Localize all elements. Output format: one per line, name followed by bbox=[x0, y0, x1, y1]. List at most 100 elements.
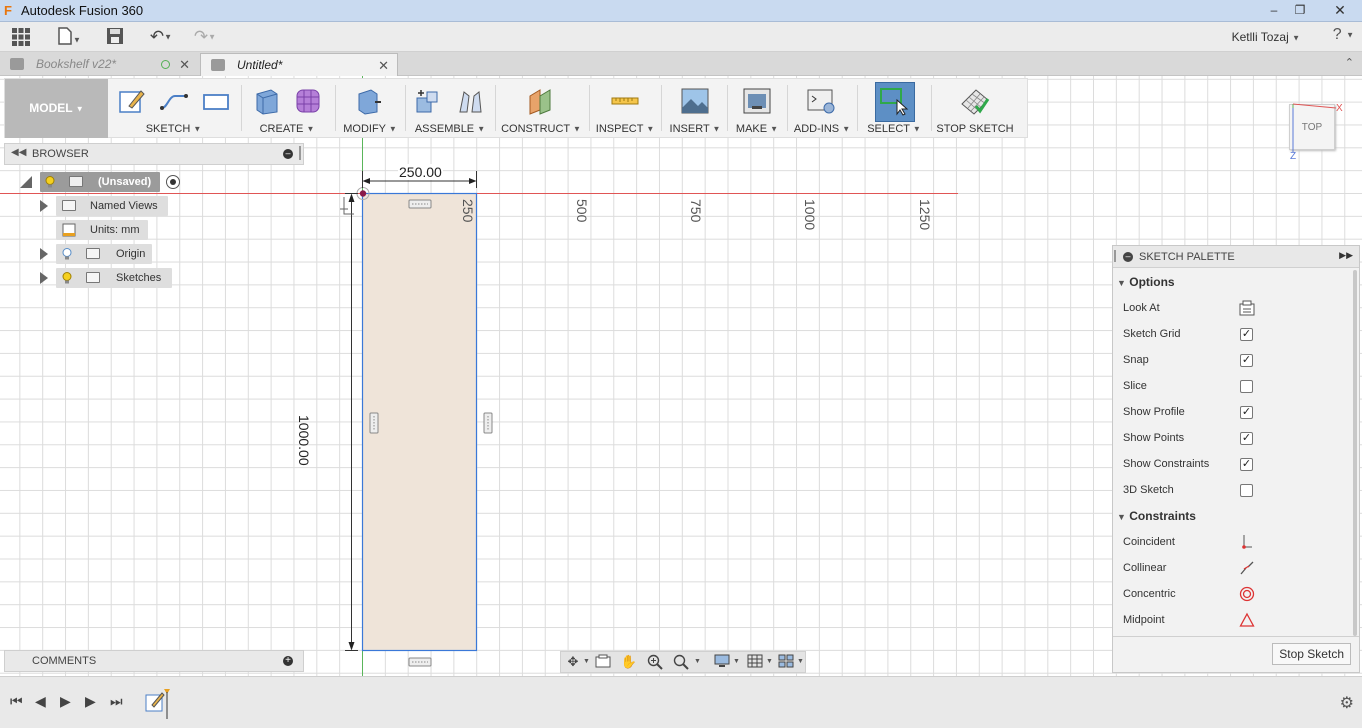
option-look-at[interactable]: Look At bbox=[1123, 295, 1343, 321]
select-group[interactable]: SELECT ▼ bbox=[861, 79, 927, 138]
modify-group[interactable]: MODIFY ▼ bbox=[339, 79, 401, 138]
separator bbox=[589, 85, 590, 131]
sketch-geometry[interactable] bbox=[0, 76, 960, 676]
workspace-switcher[interactable]: MODEL ▼ bbox=[5, 79, 108, 138]
inspect-group[interactable]: INSPECT ▼ bbox=[593, 79, 657, 138]
tab-bookshelf[interactable]: Bookshelf v22* ✕ bbox=[0, 53, 198, 76]
palette-header[interactable]: – SKETCH PALETTE ▶▶ bbox=[1113, 246, 1359, 268]
redo-button[interactable]: ↷▼ bbox=[188, 27, 222, 47]
constraint-collinear[interactable]: Collinear bbox=[1123, 555, 1343, 581]
step-back-icon[interactable]: ◀︎ bbox=[35, 693, 46, 710]
palette-grip-icon[interactable] bbox=[1114, 250, 1116, 262]
option-label: Sketch Grid bbox=[1123, 328, 1181, 340]
grid-settings-icon[interactable] bbox=[746, 654, 764, 670]
comments-panel-header[interactable]: COMMENTS + bbox=[4, 650, 304, 672]
show-profile-checkbox[interactable]: ✓ bbox=[1240, 406, 1253, 419]
width-dimension-label[interactable]: 250.00 bbox=[398, 164, 443, 180]
tree-item-units[interactable]: Units: mm bbox=[56, 220, 156, 240]
browser-options-icon[interactable]: – bbox=[283, 149, 293, 159]
close-tab-icon[interactable]: ✕ bbox=[378, 54, 389, 77]
browser-root[interactable]: (Unsaved) bbox=[20, 172, 190, 192]
show-points-checkbox[interactable]: ✓ bbox=[1240, 432, 1253, 445]
minimize-button[interactable]: – bbox=[1262, 2, 1286, 18]
user-menu[interactable]: Ketlli Tozaj ▼ bbox=[1232, 30, 1300, 44]
ruler-tick-1000: 1000 bbox=[802, 199, 818, 231]
constraint-coincident[interactable]: Coincident bbox=[1123, 529, 1343, 555]
tree-item-origin[interactable]: Origin bbox=[38, 244, 158, 264]
expand-icon[interactable] bbox=[40, 272, 48, 284]
offset-plane-icon bbox=[529, 89, 551, 115]
activate-radio-icon[interactable] bbox=[166, 175, 180, 189]
collapse-tabs-icon[interactable]: ⌃ bbox=[1345, 56, 1354, 69]
orbit-icon[interactable]: ✥ bbox=[564, 654, 582, 670]
expand-icon[interactable] bbox=[40, 248, 48, 260]
add-ins-group[interactable]: ADD-INS ▼ bbox=[791, 79, 853, 138]
zoom-icon[interactable] bbox=[646, 654, 664, 670]
option-show-constraints[interactable]: Show Constraints ✓ bbox=[1123, 451, 1343, 477]
assemble-group[interactable]: ASSEMBLE ▼ bbox=[409, 79, 491, 138]
timeline-settings-gear-icon[interactable]: ⚙ bbox=[1340, 693, 1354, 713]
option-snap[interactable]: Snap ✓ bbox=[1123, 347, 1343, 373]
maximize-button[interactable]: ❐ bbox=[1288, 2, 1312, 18]
close-tab-icon[interactable]: ✕ bbox=[179, 53, 190, 76]
option-show-profile[interactable]: Show Profile ✓ bbox=[1123, 399, 1343, 425]
option-sketch-grid[interactable]: Sketch Grid ✓ bbox=[1123, 321, 1343, 347]
option-slice[interactable]: Slice bbox=[1123, 373, 1343, 399]
help-button[interactable]: ? ▼ bbox=[1333, 26, 1354, 44]
palette-expand-icon[interactable]: ▶▶ bbox=[1339, 250, 1353, 261]
option-show-points[interactable]: Show Points ✓ bbox=[1123, 425, 1343, 451]
collapse-icon[interactable] bbox=[20, 176, 32, 188]
sketch-group[interactable]: SKETCH ▼ bbox=[111, 79, 236, 138]
save-button[interactable] bbox=[104, 27, 126, 47]
apps-grid-icon[interactable] bbox=[10, 27, 32, 47]
tree-item-sketches[interactable]: Sketches bbox=[38, 268, 178, 288]
add-comment-icon[interactable]: + bbox=[283, 656, 293, 666]
stop-sketch-group[interactable]: STOP SKETCH bbox=[935, 79, 1015, 138]
snap-checkbox[interactable]: ✓ bbox=[1240, 354, 1253, 367]
browser-panel-header[interactable]: ◀◀ BROWSER – bbox=[4, 143, 304, 165]
palette-collapse-icon[interactable]: – bbox=[1123, 252, 1133, 262]
sketch-grid-checkbox[interactable]: ✓ bbox=[1240, 328, 1253, 341]
height-dimension-label[interactable]: 1000.00 bbox=[296, 415, 312, 466]
play-icon[interactable]: ▶ bbox=[60, 693, 71, 710]
collapse-browser-icon[interactable]: ◀◀ bbox=[11, 147, 26, 158]
component-icon bbox=[69, 176, 83, 187]
visibility-bulb-icon bbox=[62, 272, 72, 284]
step-forward-icon[interactable]: ▶︎ bbox=[85, 693, 96, 710]
constraints-section-header[interactable]: ▼ Constraints bbox=[1117, 503, 1196, 529]
select-icon bbox=[880, 88, 909, 116]
tab-untitled[interactable]: Untitled* ✕ bbox=[200, 53, 398, 76]
go-to-end-icon[interactable]: ⏭ bbox=[110, 693, 123, 710]
file-menu-button[interactable]: ▼ bbox=[54, 27, 84, 47]
palette-scrollbar[interactable] bbox=[1353, 270, 1357, 636]
constraint-midpoint[interactable]: Midpoint bbox=[1123, 607, 1343, 633]
undo-button[interactable]: ↶▼ bbox=[144, 27, 178, 47]
resize-handle-icon[interactable] bbox=[299, 146, 301, 160]
go-to-start-icon[interactable]: ⏮ bbox=[10, 693, 23, 710]
palette-title: SKETCH PALETTE bbox=[1139, 251, 1235, 263]
options-section-header[interactable]: ▼ Options bbox=[1117, 269, 1175, 295]
close-window-button[interactable]: ✕ bbox=[1328, 2, 1352, 18]
construct-group[interactable]: CONSTRUCT ▼ bbox=[499, 79, 583, 138]
look-at-nav-icon[interactable] bbox=[594, 654, 612, 670]
viewports-icon[interactable] bbox=[777, 654, 795, 670]
slice-checkbox[interactable] bbox=[1240, 380, 1253, 393]
option-3d-sketch[interactable]: 3D Sketch bbox=[1123, 477, 1343, 503]
separator bbox=[931, 85, 932, 131]
constraint-concentric[interactable]: Concentric bbox=[1123, 581, 1343, 607]
create-group[interactable]: CREATE ▼ bbox=[245, 79, 329, 138]
stop-sketch-button[interactable]: Stop Sketch bbox=[1272, 643, 1351, 665]
ruler-tick-500: 500 bbox=[574, 199, 590, 223]
insert-group[interactable]: INSERT ▼ bbox=[665, 79, 725, 138]
display-settings-icon[interactable] bbox=[713, 654, 731, 670]
expand-icon[interactable] bbox=[40, 200, 48, 212]
tree-item-named-views[interactable]: Named Views bbox=[38, 196, 178, 216]
3d-sketch-checkbox[interactable] bbox=[1240, 484, 1253, 497]
fit-icon[interactable] bbox=[672, 654, 690, 670]
option-label: Show Profile bbox=[1123, 406, 1185, 418]
workspace-label: MODEL bbox=[29, 101, 73, 115]
timeline-sketch-feature-icon[interactable] bbox=[144, 689, 172, 719]
show-constraints-checkbox[interactable]: ✓ bbox=[1240, 458, 1253, 471]
pan-icon[interactable]: ✋ bbox=[620, 654, 638, 670]
make-group[interactable]: MAKE ▼ bbox=[731, 79, 783, 138]
